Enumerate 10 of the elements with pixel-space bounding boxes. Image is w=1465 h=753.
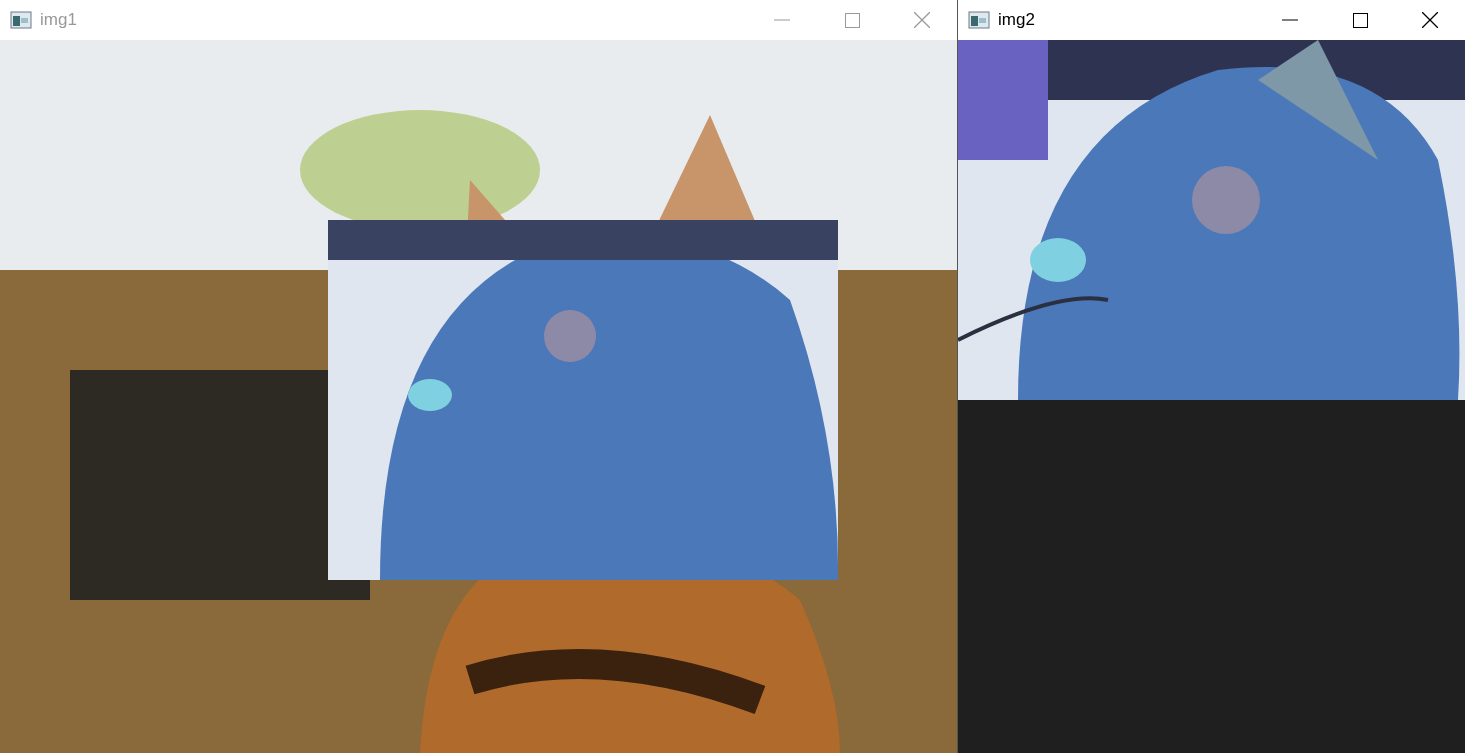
app-icon <box>968 11 990 29</box>
maximize-icon <box>844 12 860 28</box>
close-icon <box>914 12 930 28</box>
app-icon <box>10 11 32 29</box>
window-title: img1 <box>40 10 78 30</box>
minimize-icon <box>774 19 790 21</box>
minimize-icon <box>1282 19 1298 21</box>
window-title: img2 <box>998 10 1036 30</box>
maximize-icon <box>1352 12 1368 28</box>
close-icon <box>1422 12 1438 28</box>
